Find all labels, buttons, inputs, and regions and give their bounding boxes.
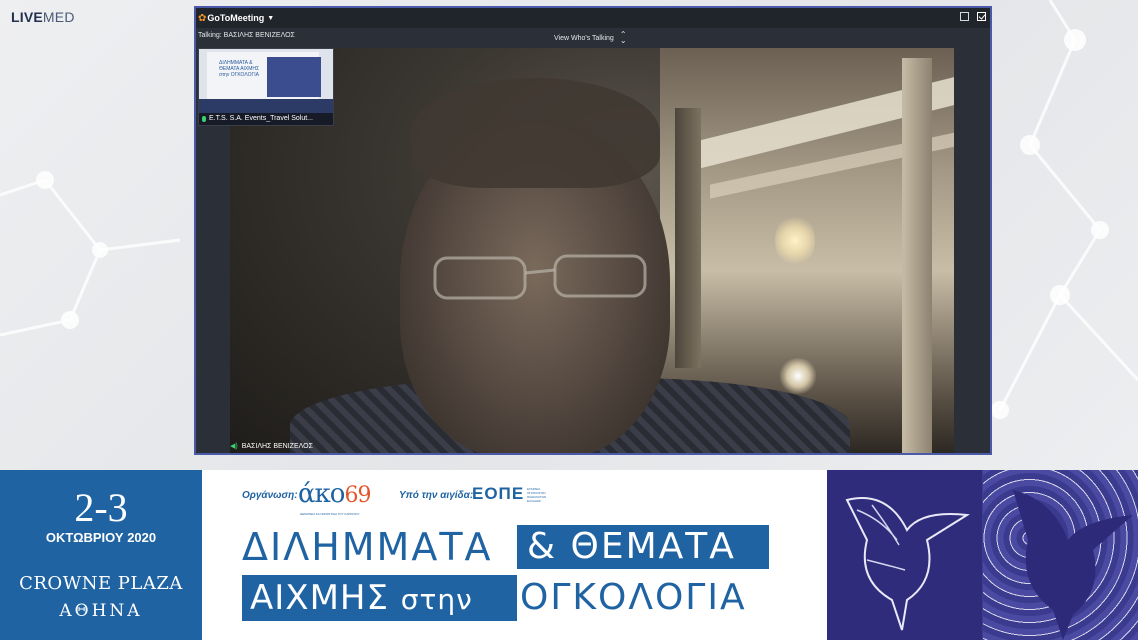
brand-live: LIVE	[11, 9, 43, 25]
title-line2-left: ΑΙΧΜΗΣ στην	[242, 575, 517, 621]
sort-arrows-icon: ⌃ ⌄	[619, 30, 627, 45]
speaker-icon: ◀)	[230, 443, 238, 450]
date-panel: 2-3 ΟΚΤΩΒΡΙΟΥ 2020 CROWNE PLAZA ΑΘΗΝΑ	[0, 470, 202, 640]
meeting-subbar: Talking: ΒΑΣΙΛΗΣ ΒΕΝΙΖΕΛΟΣ View Who's Ta…	[196, 28, 990, 46]
meeting-window: ✿ GoToMeeting ▼ Talking: ΒΑΣΙΛΗΣ ΒΕΝΙΖΕΛ…	[194, 6, 992, 455]
talking-indicator: Talking: ΒΑΣΙΛΗΣ ΒΕΝΙΖΕΛΟΣ	[198, 32, 295, 39]
event-city: ΑΘΗΝΑ	[59, 601, 143, 621]
window-restore-icon[interactable]	[960, 12, 969, 21]
hummingbird-silhouette-icon	[1013, 490, 1133, 640]
eope-logo: ΕΟΠΕ	[472, 484, 525, 503]
main-video-feed	[230, 48, 954, 453]
participant-thumbnail[interactable]: ΔΙΛΗΜΜΑΤΑ & ΘΕΜΑΤΑ ΑΙΧΜΗΣ στην ΟΓΚΟΛΟΓΙΑ…	[198, 48, 334, 126]
event-month: ΟΚΤΩΒΡΙΟΥ 2020	[45, 530, 157, 545]
view-whos-talking-label: View Who's Talking	[554, 34, 614, 42]
livemed-logo: LIVEMED	[11, 9, 75, 25]
microphone-icon	[202, 116, 206, 122]
hummingbird-icon	[845, 497, 970, 631]
title-line1-right: & ΘΕΜΑΤΑ	[517, 525, 769, 569]
brand-med: MED	[42, 9, 75, 25]
thumbnail-name: E.T.S. S.A. Events_Travel Solut...	[209, 115, 314, 122]
event-dates: 2-3	[74, 485, 128, 530]
thumbnail-banner-text: ΔΙΛΗΜΜΑΤΑ & ΘΕΜΑΤΑ ΑΙΧΜΗΣ στην ΟΓΚΟΛΟΓΙΑ	[219, 60, 260, 78]
event-venue: CROWNE PLAZA	[19, 573, 183, 594]
thumbnail-label: E.T.S. S.A. Events_Travel Solut...	[199, 113, 333, 125]
title-line2-right: ΟΓΚΟΛΟΓΙΑ	[520, 577, 747, 618]
app-name: GoToMeeting	[207, 13, 265, 23]
speaker-name-label: ◀) ΒΑΣΙΛΗΣ ΒΕΝΙΖΕΛΟΣ	[230, 442, 313, 451]
checkmark-icon[interactable]	[977, 12, 986, 21]
caret-down-icon: ▼	[267, 14, 275, 22]
organizer-subtitle: ΘΕΡΑΠΕΙΑ ΚΑΙ ΦΡΟΝΤΙΔΑ ΤΟΥ ΚΑΡΚΙΝΟΥ	[300, 512, 360, 516]
meeting-titlebar: ✿ GoToMeeting ▼	[196, 8, 990, 28]
hummingbird-artwork	[827, 470, 1138, 640]
speaker-name: ΒΑΣΙΛΗΣ ΒΕΝΙΖΕΛΟΣ	[241, 442, 313, 450]
event-banner: 2-3 ΟΚΤΩΒΡΙΟΥ 2020 CROWNE PLAZA ΑΘΗΝΑ Ορ…	[0, 470, 1138, 640]
eope-subtitle: ΕΤΑΙΡΕΙΑ ΟΓΚΟΛΟΓΩΝ ΠΑΘΟΛΟΓΩΝ ΕΛΛΑΔΑΣ	[527, 487, 547, 503]
aegis-label: Υπό την αιγίδα:	[399, 490, 474, 501]
title-line1-left: ΔΙΛΗΜΜΑΤΑ	[242, 525, 493, 569]
organizer-label: Οργάνωση:	[242, 490, 298, 501]
title-panel: Οργάνωση: άκο69 ΘΕΡΑΠΕΙΑ ΚΑΙ ΦΡΟΝΤΙΔΑ ΤΟ…	[202, 470, 827, 640]
gotomeeting-logo-icon: ✿	[198, 12, 207, 24]
app-menu-button[interactable]: ✿ GoToMeeting ▼	[198, 13, 274, 24]
glasses-shape	[433, 254, 647, 300]
organizer-logo: άκο69	[298, 479, 371, 509]
view-whos-talking-dropdown[interactable]: View Who's Talking ⌃ ⌄	[554, 30, 627, 45]
